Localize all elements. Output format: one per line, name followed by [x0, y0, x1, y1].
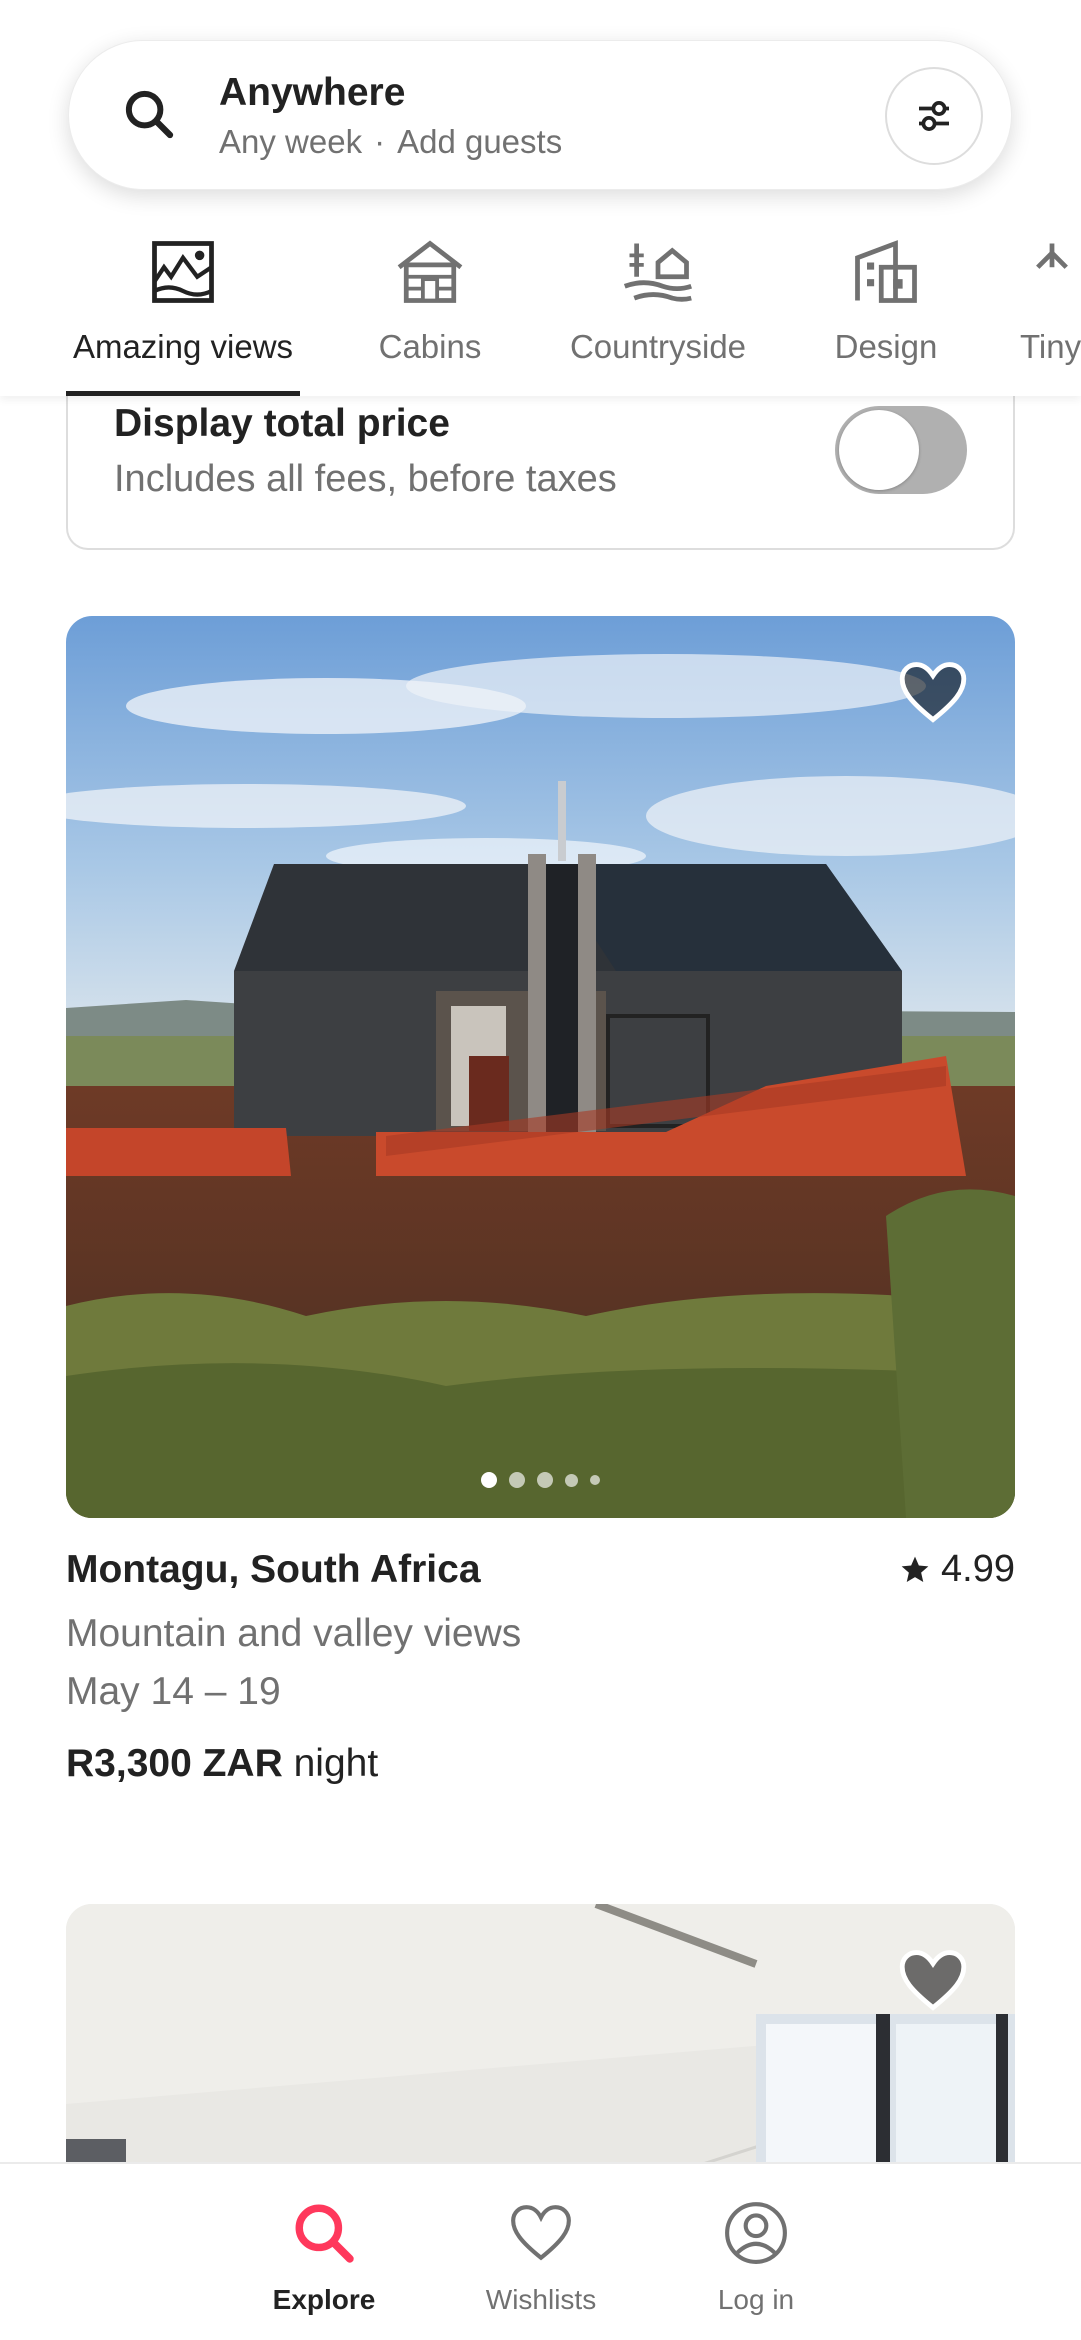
- filters-icon: [919, 101, 949, 131]
- carousel-dot: [565, 1473, 578, 1487]
- search-week: Any week: [219, 123, 363, 160]
- price-amount: R3,300 ZAR: [66, 1742, 283, 1785]
- listing-price: R3,300 ZAR night: [66, 1742, 1015, 1786]
- app-page: Montagu, South Africa 4.99 Mountain and …: [0, 0, 1081, 2340]
- category-tiny[interactable]: Tiny: [1014, 232, 1081, 396]
- listing-dates: May 14 – 19: [66, 1670, 281, 1713]
- category-bar: Amazing views Cabins Countryside Design …: [0, 232, 1081, 396]
- wishlist-heart-icon[interactable]: [897, 1946, 969, 2012]
- search-icon: [125, 90, 174, 139]
- listing-location: Montagu, South Africa: [66, 1548, 481, 1591]
- user-profile-icon: [725, 2202, 787, 2264]
- carousel-dot: [481, 1472, 497, 1488]
- listing-description: Mountain and valley views: [66, 1612, 522, 1655]
- nav-explore[interactable]: Explore: [249, 2200, 399, 2316]
- search-text: Anywhere Any week · Add guests: [219, 71, 562, 161]
- carousel-dot: [537, 1472, 553, 1488]
- active-underline: [66, 391, 300, 396]
- nav-login-label: Log in: [717, 2284, 795, 2315]
- category-design[interactable]: Design: [826, 232, 946, 396]
- tiny-home-icon: [1036, 243, 1068, 269]
- category-countryside[interactable]: Countryside: [560, 232, 756, 396]
- category-cabins[interactable]: Cabins: [372, 232, 488, 396]
- price-toggle-subtitle: Includes all fees, before taxes: [114, 458, 617, 500]
- listing-rating: 4.99: [899, 1548, 1015, 1591]
- explore-search-icon: [295, 2204, 354, 2263]
- toggle-knob: [839, 410, 919, 490]
- listing-info[interactable]: Montagu, South Africa 4.99 Mountain and …: [66, 1548, 1015, 1786]
- bottom-nav: Explore Wishlists Log in: [0, 2162, 1081, 2340]
- total-price-toggle[interactable]: [835, 406, 967, 494]
- nav-wishlists[interactable]: Wishlists: [466, 2200, 616, 2316]
- listing-photo[interactable]: [66, 616, 1015, 1518]
- category-label: Cabins: [378, 328, 482, 365]
- search-location: Anywhere: [219, 71, 406, 114]
- search-guests: Add guests: [397, 123, 563, 160]
- search-bar[interactable]: Anywhere Any week · Add guests: [68, 40, 1012, 190]
- amazing-views-icon: [152, 241, 214, 303]
- heart-icon: [511, 2205, 571, 2261]
- category-label: Tiny: [1020, 328, 1081, 365]
- category-amazing-views[interactable]: Amazing views: [66, 232, 300, 396]
- category-label: Amazing views: [72, 328, 294, 365]
- nav-wishlists-label: Wishlists: [485, 2284, 597, 2315]
- design-icon: [855, 240, 917, 303]
- rating-value: 4.99: [941, 1548, 1015, 1590]
- search-separator: ·: [374, 123, 386, 160]
- wishlist-heart-icon[interactable]: [897, 658, 969, 724]
- photo-carousel-dots: [66, 1472, 1015, 1488]
- price-toggle-title: Display total price: [114, 402, 450, 445]
- filters-button[interactable]: [885, 67, 983, 165]
- carousel-dot: [509, 1472, 525, 1488]
- price-unit: night: [293, 1742, 379, 1785]
- header: Anywhere Any week · Add guests Amazing v…: [0, 0, 1081, 396]
- search-details: Any week · Add guests: [219, 123, 562, 161]
- countryside-icon: [623, 243, 693, 302]
- cabin-photo: [66, 616, 1015, 1518]
- category-label: Design: [834, 328, 938, 365]
- cabin-icon: [397, 240, 463, 303]
- nav-explore-label: Explore: [272, 2284, 376, 2315]
- nav-login[interactable]: Log in: [681, 2200, 831, 2316]
- category-label: Countryside: [569, 328, 747, 365]
- carousel-dot: [590, 1475, 600, 1485]
- star-icon: [901, 1556, 929, 1582]
